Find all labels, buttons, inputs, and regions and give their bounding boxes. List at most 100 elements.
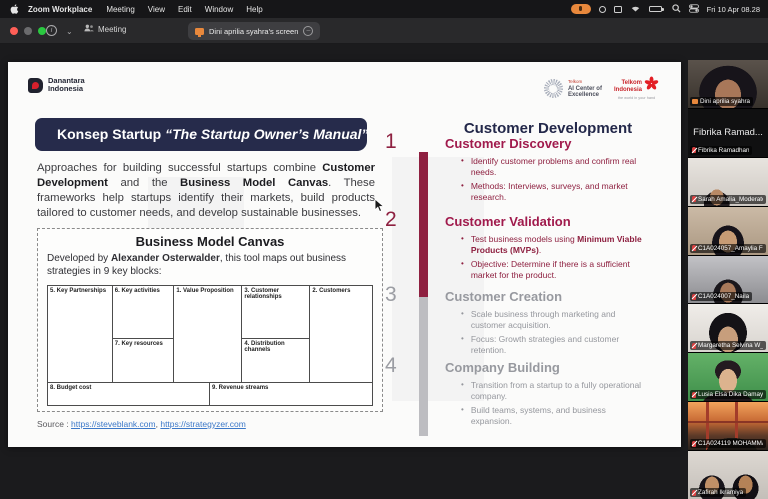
shared-slide: Danantara Indonesia Telkom AI Center of … <box>8 62 681 447</box>
mouse-cursor <box>374 198 385 218</box>
search-icon[interactable] <box>672 4 681 15</box>
menu-edit[interactable]: Edit <box>178 5 192 14</box>
participant-tile[interactable]: Sarah Amalia_Moderator <box>688 158 768 206</box>
shared-screen-tab-label: Dini aprilia syahra's screen <box>209 27 298 36</box>
participant-name-label: Margaretha Selvina W_... <box>690 341 766 350</box>
bmc-cell-key-partnerships: 5. Key Partnerships <box>48 286 113 382</box>
participant-tile[interactable]: Margaretha Selvina W_... <box>688 304 768 352</box>
text-segment: Business Model Canvas <box>180 177 328 189</box>
screen-share-icon <box>692 99 698 104</box>
step-bullets: •Transition from a startup to a fully op… <box>445 380 681 427</box>
step-title: Customer Creation <box>445 289 681 304</box>
participant-tile[interactable]: Zafirah Ikramiya <box>688 451 768 499</box>
menu-window[interactable]: Window <box>205 5 233 14</box>
meeting-content-area: Danantara Indonesia Telkom AI Center of … <box>0 44 768 499</box>
bullet-dot: • <box>461 334 464 356</box>
participant-name: C1A024057_Amaylia Fa... <box>698 245 763 252</box>
battery-icon[interactable] <box>649 6 664 13</box>
bullet-item: •Objective: Determine if there is a suff… <box>461 259 647 281</box>
bullet-text: Scale business through marketing and cus… <box>471 309 647 331</box>
bullet-dot: • <box>461 156 464 178</box>
participant-tile[interactable]: Lusia Elsa Dika Damayanty <box>688 353 768 401</box>
mic-muted-icon <box>692 343 696 349</box>
shared-screen-tab[interactable]: Dini aprilia syahra's screen – <box>188 22 320 40</box>
cd-step-customer-creation: 3Customer Creation•Scale business throug… <box>445 289 681 359</box>
control-center-icon[interactable] <box>689 4 699 15</box>
step-bullets: •Test business models using Minimum Viab… <box>445 234 681 281</box>
participant-name: Sarah Amalia_Moderator <box>698 196 763 203</box>
source-link-strategyzer[interactable]: https://strategyzer.com <box>160 419 246 429</box>
participant-name-label: Fibrika Ramadhan <box>690 146 752 155</box>
participant-name: Dini aprilia syahra <box>700 98 750 105</box>
participant-name: Zafirah Ikramiya <box>698 489 743 496</box>
participant-name: Margaretha Selvina W_... <box>698 342 763 349</box>
mic-muted-icon <box>692 245 696 251</box>
apple-icon[interactable] <box>8 4 20 14</box>
step-title: Customer Discovery <box>445 136 681 151</box>
bullet-item: •Build teams, systems, and business expa… <box>461 405 647 427</box>
step-number: 1 <box>385 130 397 154</box>
participant-tile[interactable]: C1A024007_Naila <box>688 256 768 304</box>
meeting-tab[interactable]: Meeting <box>84 24 126 34</box>
participant-tile[interactable]: C1A024057_Amaylia Fa... <box>688 207 768 255</box>
close-window-button[interactable] <box>10 27 18 35</box>
business-model-canvas-box: Business Model Canvas Developed by Alexa… <box>37 228 383 412</box>
participant-tile[interactable]: C1A024119 MOHAMMA... <box>688 402 768 450</box>
source-label: Source : <box>37 419 69 429</box>
minimize-window-button[interactable] <box>24 27 32 35</box>
bullet-item: •Transition from a startup to a fully op… <box>461 380 647 402</box>
screen: Zoom Workplace Meeting View Edit Window … <box>0 0 768 499</box>
danantara-logo-icon <box>28 78 43 93</box>
bullet-item: • Scale business through marketing and cu… <box>461 309 647 331</box>
meeting-info-icon[interactable]: i <box>46 25 57 36</box>
bullet-text: Identify customer problems and confirm r… <box>471 156 647 178</box>
menu-help[interactable]: Help <box>246 5 262 14</box>
menubar-clock[interactable]: Fri 10 Apr 08.28 <box>707 5 760 14</box>
recording-indicator-pill[interactable] <box>571 4 591 14</box>
bmc-table: 5. Key Partnerships 6. Key activities 1.… <box>47 285 373 383</box>
participant-name-label: Zafirah Ikramiya <box>690 488 746 497</box>
collapse-icon[interactable]: – <box>303 26 313 36</box>
text-segment: Developed by <box>47 253 111 264</box>
bmc-bottom-row: 8. Budget cost 9. Revenue streams <box>47 383 373 406</box>
wifi-icon[interactable] <box>630 4 641 14</box>
participants-icon <box>84 24 94 34</box>
display-icon[interactable] <box>614 6 622 13</box>
bullet-item: •Methods: Interviews, surveys, and marke… <box>461 181 647 203</box>
macos-menubar: Zoom Workplace Meeting View Edit Window … <box>0 0 768 18</box>
participant-name-label: C1A024057_Amaylia Fa... <box>690 244 766 253</box>
source-line: Source : https://steveblank.com, https:/… <box>37 419 246 429</box>
participant-name: C1A024119 MOHAMMA... <box>698 440 763 447</box>
bullet-text: Focus: Growth strategies and customer re… <box>471 334 647 356</box>
banner-plain: Konsep Startup <box>57 126 165 142</box>
bullet-dot: • <box>461 309 464 331</box>
status-circle-icon[interactable] <box>599 6 606 13</box>
mic-muted-icon <box>692 294 696 300</box>
mic-muted-icon <box>692 392 696 398</box>
bullet-dot: • <box>461 380 464 402</box>
mic-muted-icon <box>692 147 696 153</box>
mic-muted-icon <box>692 490 696 496</box>
menubar-app-name[interactable]: Zoom Workplace <box>28 5 92 14</box>
participant-tile[interactable]: Dini aprilia syahra <box>688 60 768 108</box>
bullet-text: Build teams, systems, and business expan… <box>471 405 647 427</box>
bullet-dot: • <box>461 181 464 203</box>
bmc-cell-revenue-streams: 9. Revenue streams <box>210 383 372 405</box>
participant-name-label: C1A024119 MOHAMMA... <box>690 439 766 448</box>
chevron-down-icon[interactable]: ⌄ <box>66 27 73 36</box>
menu-view[interactable]: View <box>148 5 165 14</box>
timeline-tick <box>401 143 445 144</box>
participants-panel: Dini aprilia syahra Fibrika Ramad...Fibri… <box>688 60 768 499</box>
fullscreen-window-button[interactable] <box>38 27 46 35</box>
participant-name-label: Lusia Elsa Dika Damayanty <box>690 390 766 399</box>
brand-line2: Indonesia <box>48 85 85 93</box>
bmc-cell-budget-cost: 8. Budget cost <box>48 383 210 405</box>
zoom-titlebar: i ⌄ Meeting Dini aprilia syahra's screen… <box>0 18 768 44</box>
participant-name: C1A024007_Naila <box>698 293 749 300</box>
source-link-steveblank[interactable]: https://steveblank.com <box>71 419 156 429</box>
menu-meeting[interactable]: Meeting <box>106 5 134 14</box>
mic-muted-icon <box>692 196 696 202</box>
participant-name-label: Sarah Amalia_Moderator <box>690 195 766 204</box>
participant-tile[interactable]: Fibrika Ramad...Fibrika Ramadhan <box>688 109 768 157</box>
bmc-title: Business Model Canvas <box>38 234 382 249</box>
